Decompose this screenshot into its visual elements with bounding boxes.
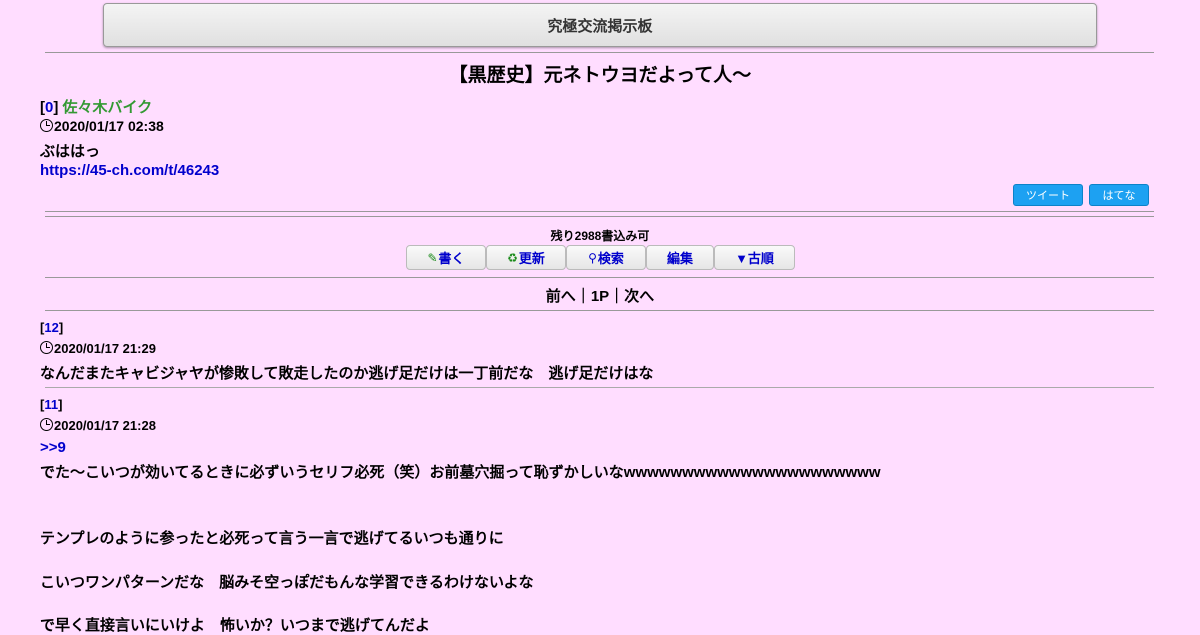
site-title: 究極交流掲示板 xyxy=(547,17,653,35)
write-button[interactable]: ✎ 書く xyxy=(406,245,486,270)
reply-anchor-link[interactable]: >>9 xyxy=(40,439,66,456)
post-date: 2020/01/17 21:28 xyxy=(54,418,156,433)
post-body-line: なんだまたキャビジャヤが惨敗して敗走したのか逃げ足だけは一丁前だな 逃げ足だけは… xyxy=(40,365,654,382)
op-header: [0] 佐々木バイク xyxy=(40,99,153,116)
op-date-line: 2020/01/17 02:38 xyxy=(40,118,164,134)
divider xyxy=(45,211,1154,212)
divider xyxy=(45,310,1154,311)
post-number-link[interactable]: 11 xyxy=(44,397,58,412)
edit-button[interactable]: 編集 xyxy=(646,245,714,270)
current-page: 1P xyxy=(590,288,610,305)
divider xyxy=(45,52,1154,53)
tweet-button[interactable]: ツイート xyxy=(1013,184,1083,206)
op-body: ぶははっ xyxy=(40,143,101,160)
pencil-icon: ✎ xyxy=(427,250,438,265)
post-header: [11] xyxy=(40,397,63,412)
site-title-banner[interactable]: 究極交流掲示板 xyxy=(103,3,1097,47)
post-date-line: 2020/01/17 21:29 xyxy=(40,341,156,356)
hatena-button[interactable]: はてな xyxy=(1089,184,1149,206)
op-url-link[interactable]: https://45-ch.com/t/46243 xyxy=(40,162,219,179)
post-date-line: 2020/01/17 21:28 xyxy=(40,418,156,433)
next-page-link[interactable]: 次へ xyxy=(624,288,654,305)
clock-icon xyxy=(40,418,53,431)
op-date: 2020/01/17 02:38 xyxy=(54,118,164,134)
post-date: 2020/01/17 21:29 xyxy=(54,341,156,356)
clock-icon xyxy=(40,119,53,132)
pager: 前へ｜1P｜次へ xyxy=(545,288,655,305)
recycle-icon: ♻ xyxy=(507,250,518,265)
divider xyxy=(45,216,1154,217)
post-header: [12] xyxy=(40,320,64,335)
prev-page-link[interactable]: 前へ xyxy=(546,288,576,305)
post-number-link[interactable]: 12 xyxy=(44,320,58,335)
remaining-posts: 残り2988書込み可 xyxy=(550,229,650,243)
thread-title: 【黒歴史】元ネトウヨだよって人～ xyxy=(448,65,752,86)
search-button[interactable]: ⚲ 検索 xyxy=(566,245,646,270)
post-body-line: こいつワンパターンだな 脳みそ空っぽだもんな学習できるわけないよな xyxy=(40,574,534,591)
op-author-name: 佐々木バイク xyxy=(62,99,153,116)
post-body-line: テンプレのように参ったと必死って言う一言で逃げてるいつも通りに xyxy=(40,530,504,547)
post-body-line: で早く直接言いにいけよ 怖いか？いつまで逃げてんだよ xyxy=(40,617,431,634)
divider xyxy=(45,277,1154,278)
clock-icon xyxy=(40,341,53,354)
refresh-button[interactable]: ♻ 更新 xyxy=(486,245,566,270)
divider xyxy=(45,387,1154,388)
sort-old-button[interactable]: ▼古順 xyxy=(714,245,795,270)
post-body-line: でた～こいつが効いてるときに必ずいうセリフ必死（笑）お前墓穴掘って恥ずかしいなw… xyxy=(40,464,881,481)
magnifier-icon: ⚲ xyxy=(588,250,597,265)
thread-toolbar: ✎ 書く ♻ 更新 ⚲ 検索 編集 ▼古順 xyxy=(406,245,795,270)
